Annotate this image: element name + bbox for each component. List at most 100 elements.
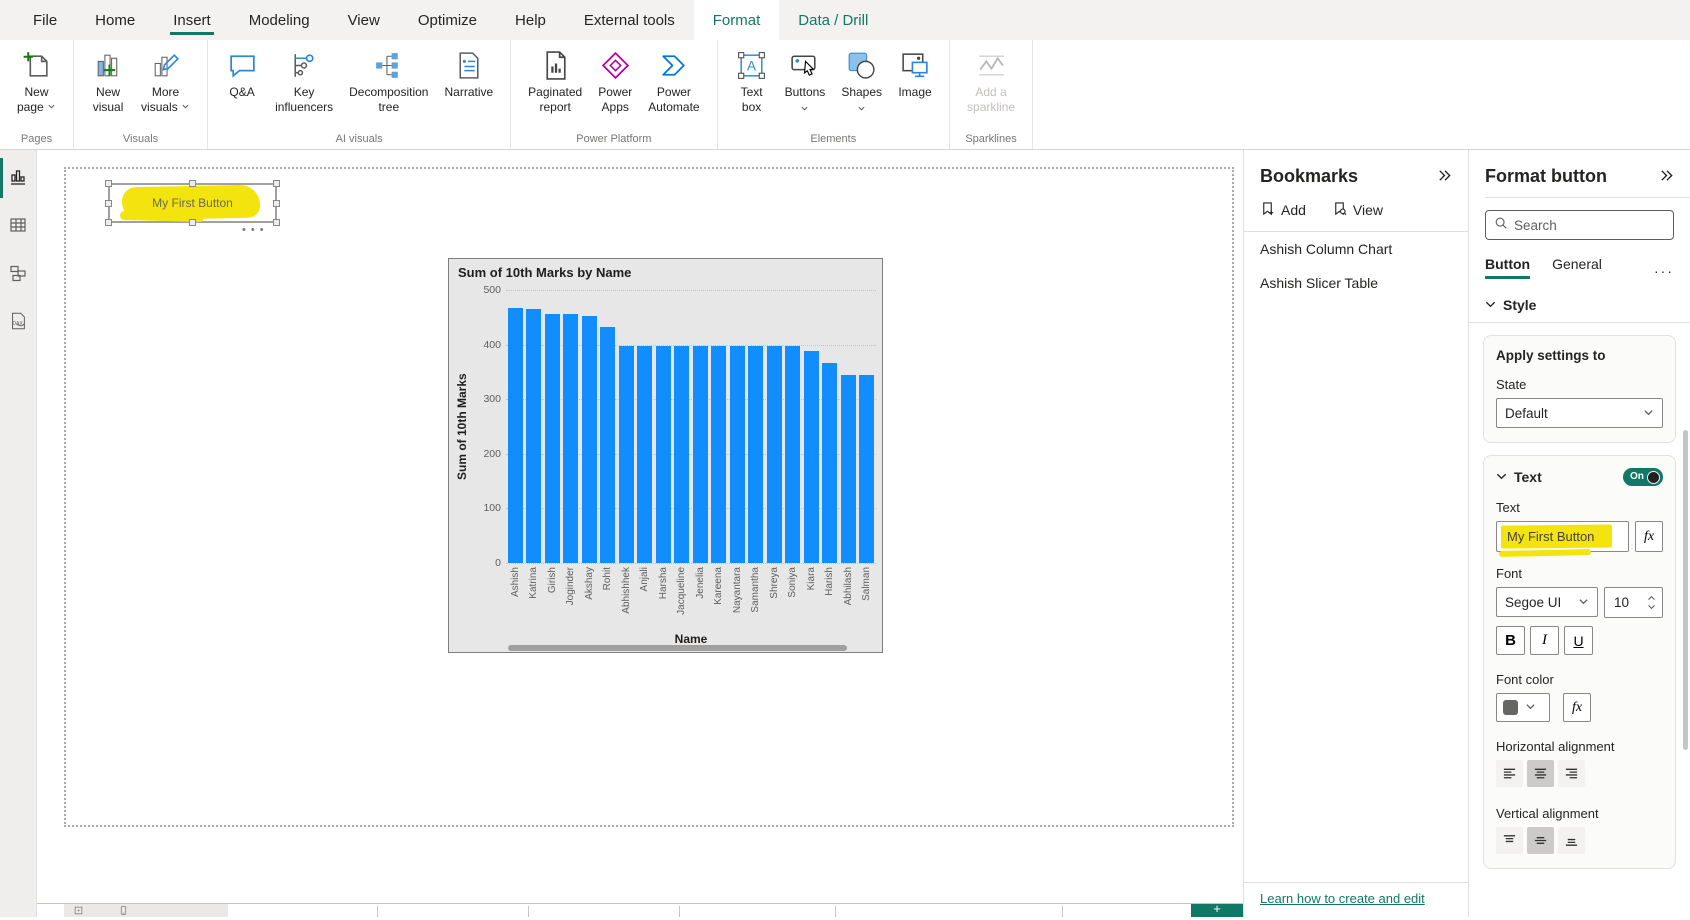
- resize-handle[interactable]: [273, 200, 280, 207]
- valign-top-button[interactable]: [1496, 827, 1523, 854]
- bar-nayantara[interactable]: [730, 346, 745, 563]
- bar-katrina[interactable]: [526, 309, 541, 563]
- bar-abhishhek[interactable]: [619, 346, 634, 563]
- spinner-up-icon[interactable]: [1647, 595, 1656, 602]
- ribbon-item-more-visuals[interactable]: Morevisuals: [134, 46, 197, 114]
- tab-general[interactable]: General: [1552, 256, 1602, 279]
- ribbon-item-image[interactable]: Image: [891, 46, 939, 100]
- state-dropdown[interactable]: Default: [1496, 398, 1663, 428]
- style-section-header[interactable]: Style: [1485, 297, 1674, 313]
- ribbon-item-key-influencers[interactable]: Keyinfluencers: [268, 46, 340, 114]
- sidebar-report-view[interactable]: [0, 162, 37, 194]
- format-search-box[interactable]: [1485, 210, 1674, 240]
- text-on-toggle[interactable]: On: [1623, 468, 1663, 486]
- bar-anjali[interactable]: [637, 346, 652, 563]
- font-color-dropdown[interactable]: [1496, 693, 1550, 722]
- ribbon-item-buttons[interactable]: Buttons: [778, 46, 833, 110]
- menu-item-help[interactable]: Help: [496, 0, 565, 40]
- ribbon-item-power-automate[interactable]: PowerAutomate: [641, 46, 706, 114]
- resize-handle[interactable]: [189, 180, 196, 187]
- resize-handle[interactable]: [273, 180, 280, 187]
- bar-kiara[interactable]: [804, 351, 819, 563]
- canvas-button-visual[interactable]: My First Button: [108, 183, 277, 223]
- menu-item-modeling[interactable]: Modeling: [230, 0, 329, 40]
- bar-rohit[interactable]: [600, 327, 615, 563]
- sidebar-dax-query-view[interactable]: DAX: [0, 306, 37, 338]
- bar-kareena[interactable]: [711, 346, 726, 563]
- spinner-down-icon[interactable]: [1647, 603, 1656, 610]
- more-options-ellipsis[interactable]: •••: [242, 224, 269, 236]
- align-right-button[interactable]: [1558, 760, 1585, 787]
- menu-item-home[interactable]: Home: [76, 0, 154, 40]
- fx-conditional-format-button[interactable]: fx: [1635, 521, 1663, 552]
- resize-handle[interactable]: [105, 200, 112, 207]
- bookmark-item-ashish-column-chart[interactable]: Ashish Column Chart: [1244, 232, 1468, 266]
- menu-item-optimize[interactable]: Optimize: [399, 0, 496, 40]
- x-tick-label: Rohit: [602, 567, 613, 590]
- report-canvas[interactable]: My First Button ••• Sum of 10th Marks by…: [37, 150, 1243, 917]
- format-search-input[interactable]: [1514, 218, 1665, 233]
- text-section-header[interactable]: Text: [1496, 469, 1542, 485]
- resize-handle[interactable]: [105, 180, 112, 187]
- collapse-panel-icon[interactable]: [1659, 168, 1674, 186]
- ribbon-item-power-apps[interactable]: PowerApps: [591, 46, 639, 114]
- bookmark-item-ashish-slicer-table[interactable]: Ashish Slicer Table: [1244, 266, 1468, 300]
- menu-item-insert[interactable]: Insert: [154, 0, 230, 40]
- ribbon-item-decomposition-tree[interactable]: Decompositiontree: [342, 46, 435, 114]
- bar-jenelia[interactable]: [693, 346, 708, 563]
- bar-soniya[interactable]: [785, 346, 800, 563]
- bar-joginder[interactable]: [563, 314, 578, 563]
- buttons-icon: [788, 49, 821, 82]
- fx-conditional-format-button[interactable]: fx: [1563, 693, 1591, 722]
- bar-shreya[interactable]: [767, 346, 782, 563]
- ribbon-item-qa[interactable]: Q&A: [218, 46, 266, 100]
- panel-scrollbar[interactable]: [1683, 430, 1688, 750]
- bar-jacqueline[interactable]: [674, 346, 689, 563]
- report-view-icon: [8, 167, 28, 190]
- new-page-tab-button[interactable]: +: [1191, 904, 1243, 917]
- bar-ashish[interactable]: [508, 308, 523, 563]
- ribbon-item-paginated-report[interactable]: Paginatedreport: [521, 46, 589, 114]
- ribbon-item-narrative[interactable]: Narrative: [437, 46, 500, 100]
- align-left-button[interactable]: [1496, 760, 1523, 787]
- underline-button[interactable]: U: [1564, 626, 1593, 655]
- menu-item-data-drill[interactable]: Data / Drill: [779, 0, 887, 40]
- more-tabs-ellipsis[interactable]: ···: [1654, 263, 1674, 279]
- ribbon-item-new-page[interactable]: Newpage: [10, 46, 63, 114]
- resize-handle[interactable]: [105, 219, 112, 226]
- menu-item-view[interactable]: View: [329, 0, 399, 40]
- ribbon-item-new-visual[interactable]: Newvisual: [84, 46, 132, 114]
- menu-item-external-tools[interactable]: External tools: [565, 0, 694, 40]
- page-tab[interactable]: [64, 904, 228, 917]
- menu-item-format[interactable]: Format: [694, 0, 780, 40]
- tab-button[interactable]: Button: [1485, 256, 1530, 279]
- font-size-spinner[interactable]: 10: [1604, 587, 1663, 618]
- bold-button[interactable]: B: [1496, 626, 1525, 655]
- valign-bottom-button[interactable]: [1558, 827, 1585, 854]
- view-bookmarks-button[interactable]: View: [1332, 201, 1383, 219]
- font-family-dropdown[interactable]: Segoe UI: [1496, 587, 1598, 617]
- ribbon-item-text-box[interactable]: ATextbox: [728, 46, 776, 114]
- ribbon-item-shapes[interactable]: Shapes: [834, 46, 889, 110]
- learn-bookmarks-link[interactable]: Learn how to create and edit: [1260, 891, 1425, 906]
- italic-button[interactable]: I: [1530, 626, 1559, 655]
- menu-item-file[interactable]: File: [14, 0, 76, 40]
- bar-samantha[interactable]: [748, 346, 763, 563]
- bar-harish[interactable]: [822, 363, 837, 563]
- valign-middle-button[interactable]: [1527, 827, 1554, 854]
- bar-abhilash[interactable]: [841, 375, 856, 563]
- resize-handle[interactable]: [189, 219, 196, 226]
- sidebar-model-view[interactable]: [0, 258, 37, 290]
- button-text-input[interactable]: My First Button: [1496, 521, 1629, 552]
- collapse-panel-icon[interactable]: [1437, 168, 1452, 186]
- bar-harsha[interactable]: [656, 346, 671, 563]
- bar-akshay[interactable]: [582, 316, 597, 563]
- add-bookmark-button[interactable]: Add: [1260, 201, 1306, 219]
- sidebar-data-view[interactable]: [0, 210, 37, 242]
- chart-horizontal-scrollbar[interactable]: [508, 645, 847, 651]
- resize-handle[interactable]: [273, 219, 280, 226]
- align-center-button[interactable]: [1527, 760, 1554, 787]
- column-chart-visual[interactable]: Sum of 10th Marks by Name Sum of 10th Ma…: [448, 258, 883, 653]
- bar-salman[interactable]: [859, 375, 874, 563]
- bar-girish[interactable]: [545, 314, 560, 563]
